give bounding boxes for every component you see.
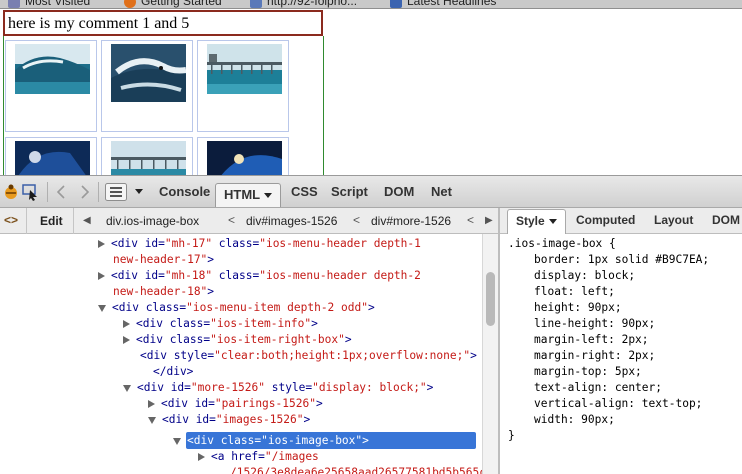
chevron-down-icon[interactable] <box>135 189 143 194</box>
breadcrumb-separator: < <box>353 213 361 227</box>
pier-photo-2 <box>111 141 186 175</box>
tab-html[interactable]: HTML <box>215 183 282 207</box>
css-rule[interactable]: height: 90px; <box>534 300 622 316</box>
toolbar-divider <box>47 182 48 202</box>
bookmark-getting-started[interactable]: Getting Started <box>124 0 222 8</box>
bookmark-link[interactable]: http://92-folpho... <box>250 0 357 8</box>
tube-photo-2 <box>207 141 282 175</box>
image-box[interactable] <box>5 40 97 132</box>
css-rule[interactable]: float: left; <box>534 284 615 300</box>
expand-icon[interactable] <box>198 453 205 461</box>
chevron-down-icon <box>548 219 557 225</box>
scroll-left-icon[interactable]: ◀ <box>83 215 91 226</box>
css-rule[interactable]: display: block; <box>534 268 635 284</box>
side-panel-tabs: Style Computed Layout DOM <box>500 208 742 234</box>
comment-box: here is my comment 1 and 5 <box>3 10 323 36</box>
tab-style[interactable]: Style <box>507 209 566 234</box>
css-rule[interactable]: text-align: center; <box>534 380 662 396</box>
firebug-icon[interactable] <box>2 183 20 201</box>
tab-computed[interactable]: Computed <box>576 213 635 227</box>
tree-node-continued: new-header-18"> <box>113 285 215 298</box>
tree-node[interactable]: <div id="mh-17" class="ios-menu-header d… <box>98 236 421 252</box>
breadcrumb: <> Edit ◀ div.ios-image-box < div#images… <box>0 208 498 234</box>
collapse-icon[interactable] <box>98 304 106 312</box>
html-tree-panel: <div id="mh-17" class="ios-menu-header d… <box>0 234 482 474</box>
expand-icon[interactable] <box>148 400 155 408</box>
css-rule[interactable]: border: 1px solid #B9C7EA; <box>534 252 709 268</box>
edit-button[interactable]: Edit <box>26 208 74 234</box>
image-box[interactable] <box>101 40 193 132</box>
toolbar-divider <box>98 182 99 202</box>
css-rule[interactable]: margin-right: 2px; <box>534 348 655 364</box>
rss-icon <box>390 0 402 8</box>
tree-node-continued: new-header-17"> <box>113 253 215 266</box>
expand-icon[interactable] <box>98 240 105 248</box>
image-box[interactable] <box>101 137 193 175</box>
css-rule[interactable]: vertical-align: text-top; <box>534 396 702 412</box>
code-toggle-icon[interactable]: <> <box>4 213 18 227</box>
css-rule[interactable]: line-height: 90px; <box>534 316 655 332</box>
breadcrumb-item-images[interactable]: div#images-1526 <box>246 214 337 228</box>
page-icon <box>250 0 262 8</box>
tree-node[interactable]: <div id="more-1526" style="display: bloc… <box>123 380 433 396</box>
bookmarks-toolbar: Most Visited Getting Started http://92-f… <box>0 0 742 9</box>
tab-side-dom[interactable]: DOM <box>712 213 740 227</box>
tab-layout[interactable]: Layout <box>654 213 693 227</box>
breadcrumb-item-more[interactable]: div#more-1526 <box>371 214 451 228</box>
bookmark-latest-headlines[interactable]: Latest Headlines <box>390 0 496 8</box>
expand-icon[interactable] <box>123 320 130 328</box>
back-icon[interactable] <box>56 185 66 199</box>
tree-scrollbar[interactable] <box>482 234 498 474</box>
tree-node-continued: /1526/3e8dea6e25658aad26577581bd5b565c60 <box>230 466 482 474</box>
tree-node[interactable]: <a href="/images <box>198 449 319 465</box>
tab-net[interactable]: Net <box>431 184 452 199</box>
style-panel: .ios-image-box { border: 1px solid #B9C7… <box>500 234 742 474</box>
tube-photo <box>15 141 90 175</box>
expand-icon[interactable] <box>123 336 130 344</box>
scrollbar-thumb[interactable] <box>486 272 495 326</box>
bookmark-folder-icon <box>8 0 20 8</box>
tree-node[interactable]: <div id="mh-18" class="ios-menu-header d… <box>98 268 421 284</box>
breadcrumb-separator: < <box>228 213 236 227</box>
tree-node[interactable]: <div style="clear:both;height:1px;overfl… <box>140 348 477 364</box>
chevron-down-icon <box>264 193 273 199</box>
page-viewport: here is my comment 1 and 5 <box>0 9 742 175</box>
tree-node[interactable]: <div class="ios-item-info"> <box>123 316 318 332</box>
collapse-icon[interactable] <box>123 384 131 392</box>
breadcrumb-separator: < <box>467 213 475 227</box>
tree-node[interactable]: <div class="ios-menu-item depth-2 odd"> <box>98 300 375 316</box>
image-box[interactable] <box>197 40 289 132</box>
css-rule[interactable]: margin-left: 2px; <box>534 332 649 348</box>
css-selector[interactable]: .ios-image-box { <box>508 236 616 252</box>
image-box[interactable] <box>197 137 289 175</box>
tree-node[interactable]: <div id="images-1526"> <box>148 412 310 428</box>
tab-console[interactable]: Console <box>159 184 210 199</box>
css-rule[interactable]: margin-top: 5px; <box>534 364 642 380</box>
expand-icon[interactable] <box>98 272 105 280</box>
pier-photo <box>207 44 282 94</box>
firefox-icon <box>124 0 136 8</box>
scroll-right-icon[interactable]: ▶ <box>485 215 493 226</box>
css-rule[interactable]: width: 90px; <box>534 412 615 428</box>
tab-script[interactable]: Script <box>331 184 368 199</box>
bookmark-most-visited[interactable]: Most Visited <box>8 0 90 8</box>
firebug-toolbar: Console HTML CSS Script DOM Net <box>0 175 742 208</box>
tree-node-selected[interactable]: <div class="ios-image-box"> <box>173 433 369 449</box>
collapse-icon[interactable] <box>148 416 156 424</box>
tab-css[interactable]: CSS <box>291 184 318 199</box>
forward-icon[interactable] <box>80 185 90 199</box>
wave-photo <box>15 44 90 94</box>
tab-dom[interactable]: DOM <box>384 184 414 199</box>
tree-node[interactable]: <div id="pairings-1526"> <box>148 396 323 412</box>
surfer-photo <box>111 44 186 102</box>
list-icon[interactable] <box>105 183 127 201</box>
image-box[interactable] <box>5 137 97 175</box>
collapse-icon[interactable] <box>173 437 181 445</box>
breadcrumb-item-image-box[interactable]: div.ios-image-box <box>106 214 199 228</box>
tree-node[interactable]: <div class="ios-item-right-box"> <box>123 332 352 348</box>
inspect-icon[interactable] <box>22 183 40 201</box>
tree-node-close: </div> <box>153 365 194 378</box>
css-block-close: } <box>508 429 515 442</box>
